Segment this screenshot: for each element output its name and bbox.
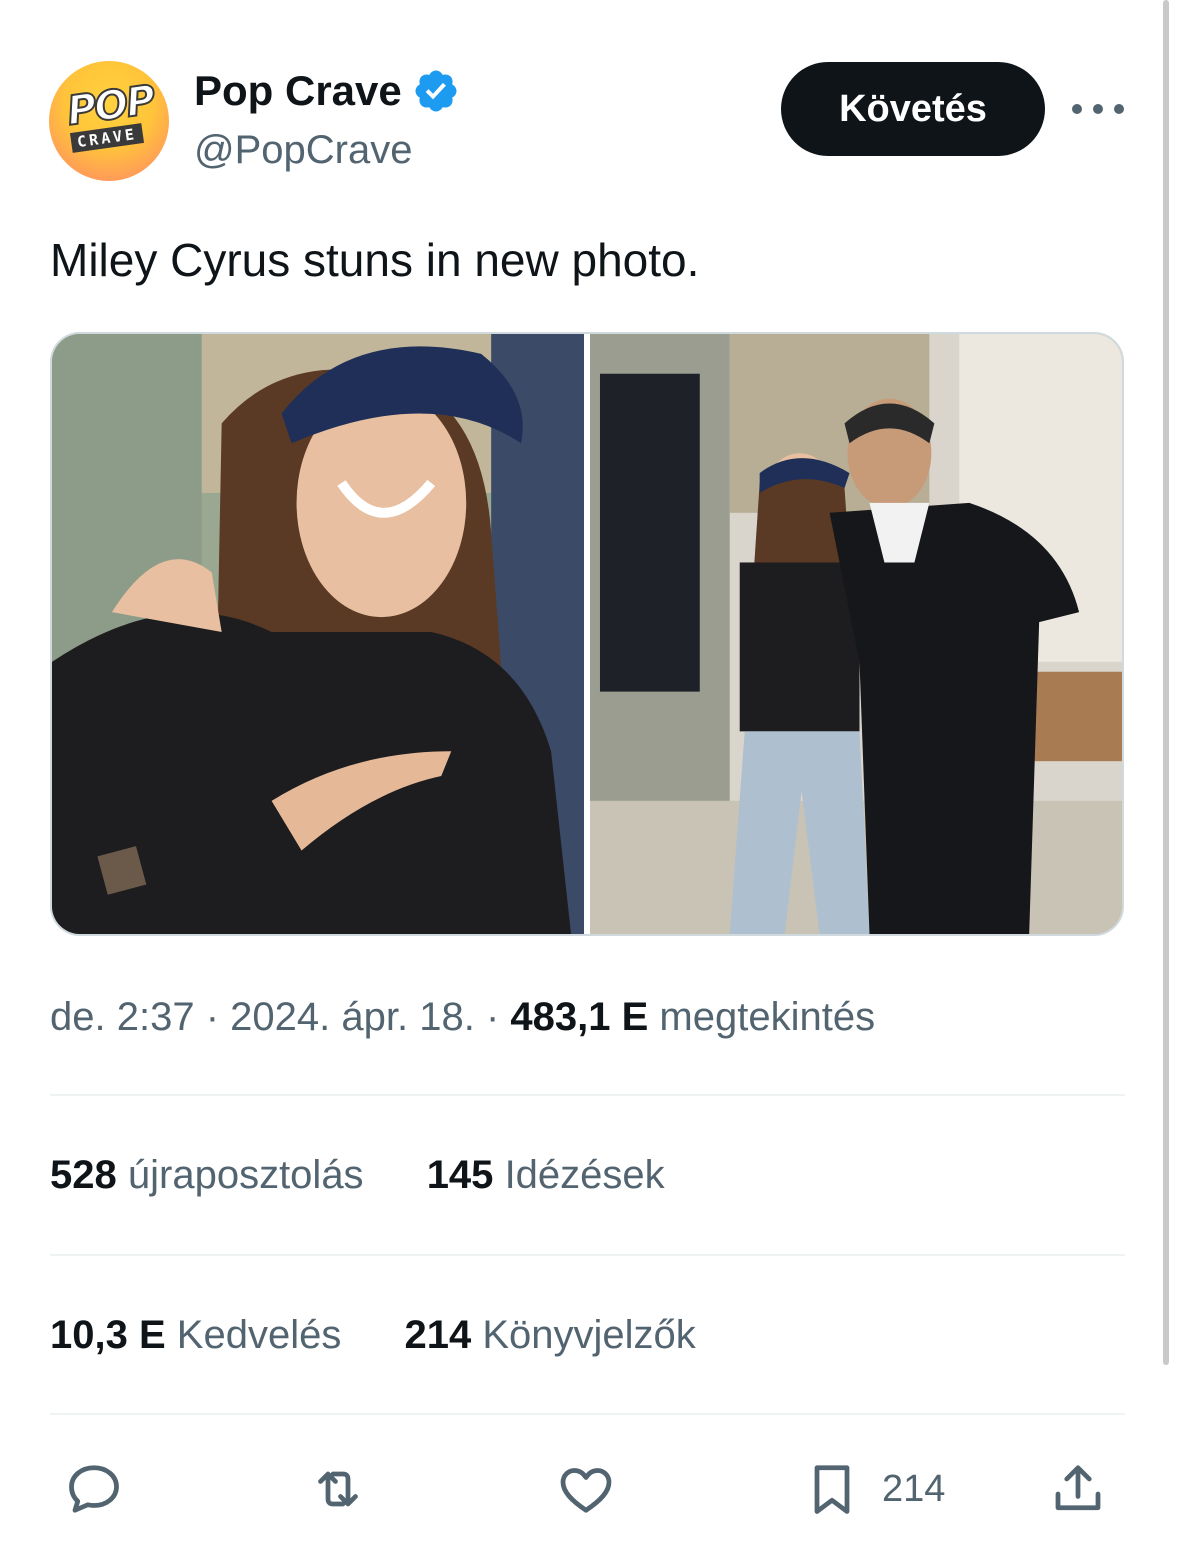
quotes-stat[interactable]: 145 Idézések xyxy=(427,1150,665,1200)
bookmarks-stat[interactable]: 214 Könyvjelzők xyxy=(404,1310,695,1360)
author-name-text: Pop Crave xyxy=(194,67,402,114)
quotes-count: 145 xyxy=(426,1153,494,1197)
likes-count: 10,3 E xyxy=(50,1313,166,1357)
tweet-meta: de. 2:37 · 2024. ápr. 18. · 483,1 E megt… xyxy=(50,992,875,1042)
media-grid xyxy=(50,332,1124,936)
avatar-logo-top: POP xyxy=(63,76,157,136)
quotes-label: Idézések xyxy=(504,1153,665,1197)
bookmark-count: 214 xyxy=(882,1467,946,1510)
divider xyxy=(50,1413,1125,1415)
divider xyxy=(50,1254,1125,1256)
meta-separator-2: · xyxy=(485,995,500,1039)
likes-stat[interactable]: 10,3 E Kedvelés xyxy=(50,1310,341,1360)
share-icon xyxy=(1055,1465,1101,1511)
bookmarks-count: 214 xyxy=(404,1313,472,1357)
share-button[interactable] xyxy=(1048,1456,1108,1522)
scrollbar[interactable] xyxy=(1163,0,1169,1365)
tweet-time[interactable]: de. 2:37 xyxy=(50,995,195,1039)
bookmark-button[interactable]: 214 xyxy=(802,1456,945,1522)
reposts-stat[interactable]: 528 újraposztolás xyxy=(50,1150,364,1200)
reply-button[interactable] xyxy=(64,1456,124,1522)
author-name[interactable]: Pop Crave xyxy=(194,66,460,116)
tweet-date[interactable]: 2024. ápr. 18. xyxy=(230,995,475,1039)
views-label: megtekintés xyxy=(659,995,876,1039)
reply-icon xyxy=(69,1465,119,1513)
heart-icon xyxy=(560,1468,612,1513)
author-handle[interactable]: @PopCrave xyxy=(194,126,412,174)
photo-left[interactable] xyxy=(52,334,584,934)
verified-badge-icon xyxy=(412,67,460,115)
tweet-text: Miley Cyrus stuns in new photo. xyxy=(50,234,700,286)
views-count: 483,1 E xyxy=(510,995,649,1039)
divider xyxy=(50,1094,1125,1096)
bookmark-icon xyxy=(814,1465,850,1514)
stats-row-likes: 10,3 E Kedvelés 214 Könyvjelzők xyxy=(50,1310,696,1360)
likes-label: Kedvelés xyxy=(176,1313,342,1357)
photo-right[interactable] xyxy=(590,334,1122,934)
more-options-icon[interactable] xyxy=(1072,92,1124,126)
follow-button[interactable]: Követés xyxy=(781,62,1045,156)
reposts-count: 528 xyxy=(50,1153,117,1197)
stats-row-reposts: 528 újraposztolás 145 Idézések xyxy=(50,1150,665,1200)
avatar[interactable]: POP CRAVE xyxy=(49,61,169,181)
like-button[interactable] xyxy=(556,1456,616,1522)
reposts-label: újraposztolás xyxy=(127,1153,364,1197)
meta-separator: · xyxy=(205,995,220,1039)
bookmarks-label: Könyvjelzők xyxy=(482,1313,696,1357)
repost-button[interactable] xyxy=(308,1456,368,1522)
repost-icon xyxy=(318,1471,358,1507)
